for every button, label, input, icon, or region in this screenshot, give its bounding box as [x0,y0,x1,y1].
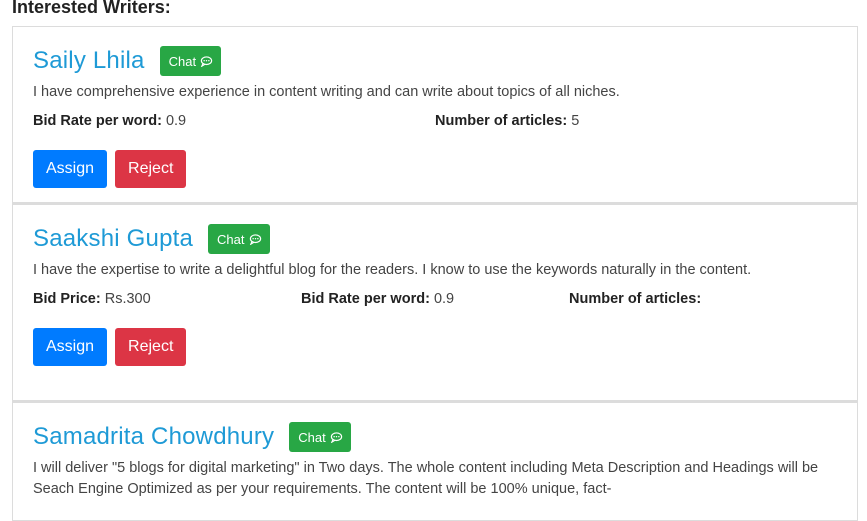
reject-button[interactable]: Reject [115,328,187,366]
writer-name[interactable]: Saily Lhila [33,47,145,75]
assign-button[interactable]: Assign [33,328,108,366]
reject-button[interactable]: Reject [115,150,187,188]
comment-dots-icon [330,431,342,443]
chat-button[interactable]: Chat [159,46,222,76]
writer-actions: Assign Reject [33,150,837,188]
chat-button[interactable]: Chat [208,224,270,254]
writer-name[interactable]: Samadrita Chowdhury [33,423,274,451]
writer-header: Saily Lhila Chat [33,46,837,76]
writer-description: I have the expertise to write a delightf… [33,262,752,278]
field-label: Bid Price: [33,291,101,307]
writer-description: I have comprehensive experience in conte… [33,84,620,100]
comment-dots-icon [249,233,261,245]
comment-dots-icon [200,55,213,67]
writer-description: I will deliver "5 blogs for digital mark… [33,460,819,497]
chat-label: Chat [217,231,245,247]
field-label: Bid Rate per word: [301,291,430,307]
chat-label: Chat [298,429,326,445]
writer-header: Saakshi Gupta Chat [33,224,837,254]
field-value: 0.9 [165,113,187,129]
assign-button[interactable]: Assign [33,150,108,188]
bid-price-field: Bid Price: Rs.300 [33,289,301,309]
chat-label: Chat [168,53,197,69]
chat-button[interactable]: Chat [289,422,351,452]
field-value: 0.9 [433,291,455,307]
bid-rate-field: Bid Rate per word: 0.9 [301,289,569,309]
writer-card: Samadrita Chowdhury Chat I will deliver … [12,401,858,521]
writer-list: Saily Lhila Chat I have comprehensive ex… [12,26,858,521]
writer-meta: Bid Rate per word: 0.9 Number of article… [33,111,837,131]
field-label: Number of articles: [435,113,568,129]
articles-field: Number of articles: 5 [435,111,837,131]
writer-name[interactable]: Saakshi Gupta [33,225,193,253]
field-value: 5 [571,113,580,129]
field-value: Rs.300 [104,291,151,307]
writer-card: Saakshi Gupta Chat I have the expertise … [12,203,858,401]
field-label: Bid Rate per word: [33,113,162,129]
articles-field: Number of articles: [569,289,837,309]
bid-rate-field: Bid Rate per word: 0.9 [33,111,435,131]
section-title: Interested Writers: [12,0,171,17]
writer-actions: Assign Reject [33,328,837,366]
writer-meta: Bid Price: Rs.300 Bid Rate per word: 0.9… [33,289,837,309]
writer-card: Saily Lhila Chat I have comprehensive ex… [12,26,858,203]
writer-header: Samadrita Chowdhury Chat [33,422,837,452]
field-label: Number of articles: [569,291,702,307]
